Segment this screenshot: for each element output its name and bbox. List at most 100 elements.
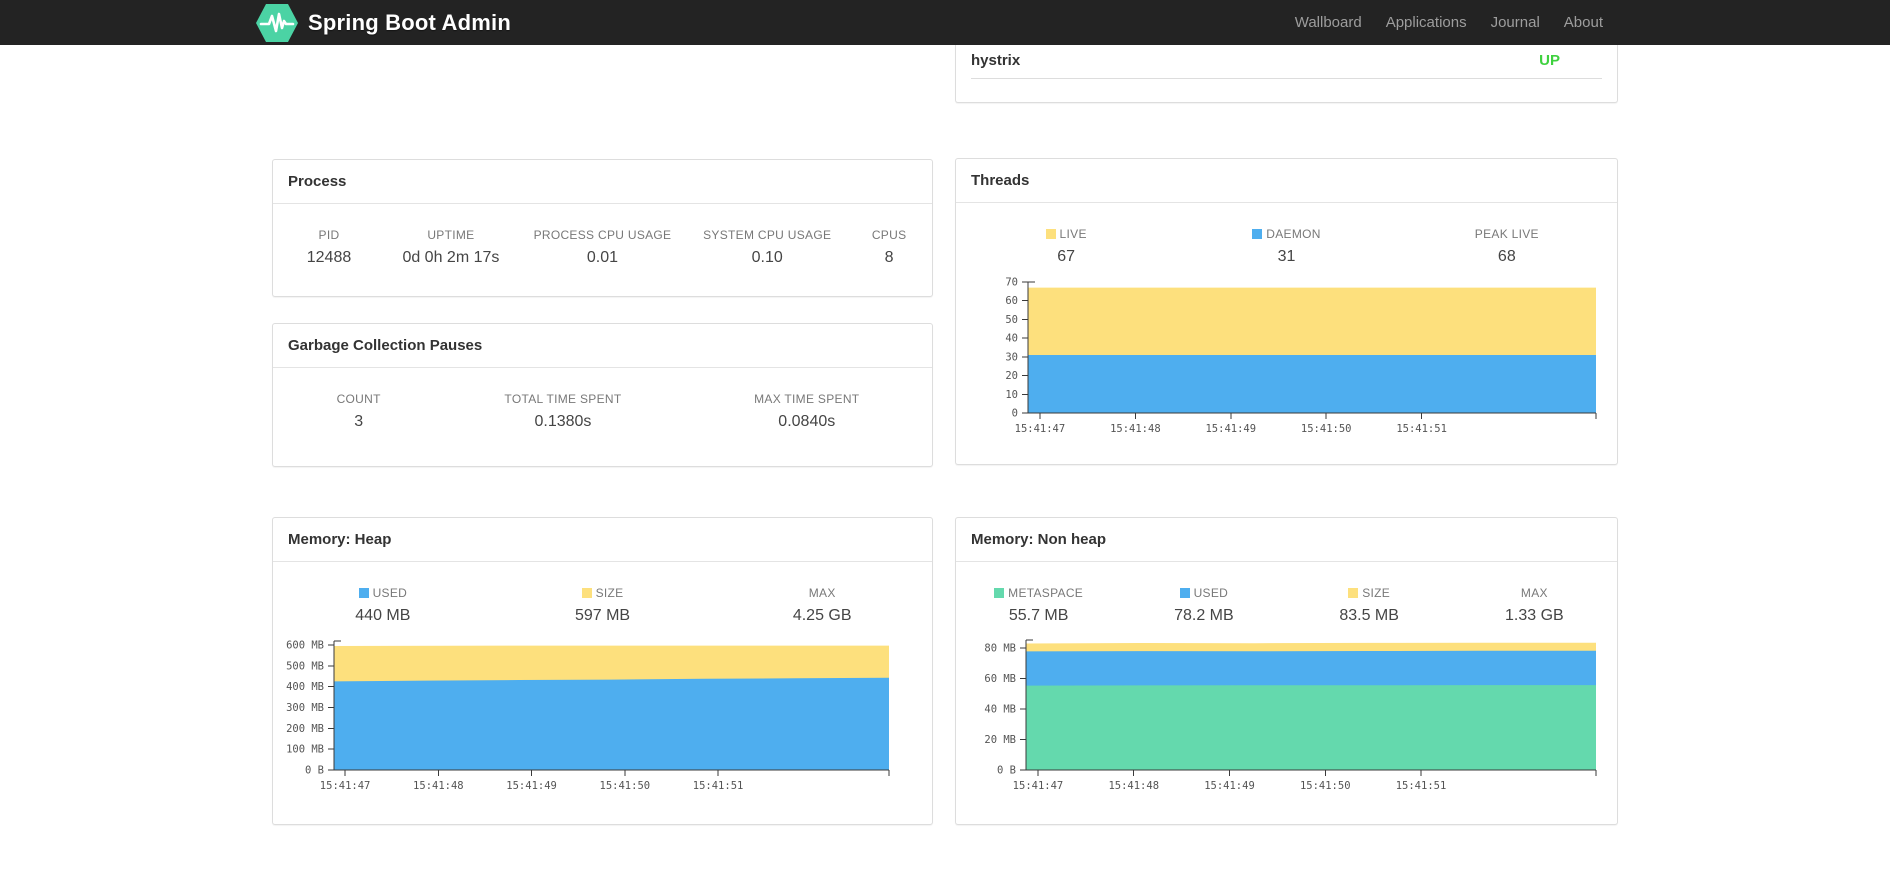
metric-label: TOTAL TIME SPENT: [504, 392, 622, 406]
metric-value: 55.7 MB: [1008, 607, 1069, 624]
series-daemon: [1028, 355, 1596, 413]
metric-label: DAEMON: [1176, 227, 1396, 241]
metric-value: 440 MB: [355, 607, 411, 624]
metric-peak-live: PEAK LIVE 68: [1397, 227, 1617, 276]
metric-value: 67: [1057, 248, 1076, 265]
svg-text:15:41:49: 15:41:49: [506, 780, 557, 792]
threads-chart: 0 10 20 30 40 50 60 70 15:41:47 15:41:48 15:41:49 1…: [1005, 277, 1597, 435]
metric-used: USED 440 MB: [273, 586, 493, 633]
svg-text:15:41:48: 15:41:48: [1110, 423, 1161, 435]
metric-label: MAX TIME SPENT: [754, 392, 860, 406]
svg-text:15:41:47: 15:41:47: [1013, 780, 1064, 792]
metric-count: COUNT 3: [273, 392, 444, 431]
metric-value: 0.10: [751, 249, 783, 266]
metric-label: PROCESS CPU USAGE: [533, 228, 672, 242]
metric-value: 78.2 MB: [1174, 607, 1234, 624]
metric-value: 68: [1497, 248, 1516, 265]
metric-value: 1.33 GB: [1505, 607, 1564, 624]
memory-heap-panel: Memory: Heap USED 440 MB SIZE 597 MB MAX 4.25…: [272, 517, 933, 825]
metric-max: MAX 4.25 GB: [712, 586, 932, 633]
metric-label: LIVE: [956, 227, 1176, 241]
metric-size: SIZE 83.5 MB: [1287, 586, 1452, 633]
metric-value: 3: [354, 413, 364, 430]
metric-label: SIZE: [1287, 586, 1452, 600]
brand[interactable]: Spring Boot Admin: [255, 3, 511, 43]
application-name[interactable]: hystrix: [971, 52, 1020, 69]
svg-text:15:41:48: 15:41:48: [1108, 780, 1159, 792]
memory-heap-chart: 0 B 100 MB 200 MB 300 MB 400 MB 500 MB 600 MB 1…: [286, 639, 890, 792]
threads-panel-title: Threads: [956, 159, 1617, 203]
svg-text:15:41:50: 15:41:50: [600, 780, 651, 792]
svg-text:80 MB: 80 MB: [984, 643, 1016, 655]
nav-item-applications[interactable]: Applications: [1374, 0, 1479, 45]
metric-value: 8: [884, 249, 894, 266]
svg-text:15:41:49: 15:41:49: [1204, 780, 1255, 792]
nav-item-wallboard[interactable]: Wallboard: [1283, 0, 1374, 45]
legend-square-icon: [994, 588, 1005, 598]
metric-value: 83.5 MB: [1339, 607, 1399, 624]
process-panel-title: Process: [273, 160, 932, 204]
metric-label: SIZE: [493, 586, 713, 600]
nav-item-journal[interactable]: Journal: [1479, 0, 1552, 45]
memory-nonheap-panel-title: Memory: Non heap: [956, 518, 1617, 562]
svg-text:15:41:51: 15:41:51: [1396, 423, 1447, 435]
application-row[interactable]: hystrix UP: [971, 45, 1602, 79]
gc-pauses-panel-title: Garbage Collection Pauses: [273, 324, 932, 368]
svg-text:0: 0: [1012, 408, 1018, 420]
memory-nonheap-chart: 0 B 20 MB 40 MB 60 MB 80 MB 15:41:47 15:41:48 1…: [984, 639, 1597, 792]
svg-text:15:41:47: 15:41:47: [1015, 423, 1066, 435]
gc-pauses-panel: Garbage Collection Pauses COUNT 3 TOTAL TI…: [272, 323, 933, 467]
metric-label: PID: [318, 228, 340, 242]
memory-heap-panel-title: Memory: Heap: [273, 518, 932, 562]
metric-label: PEAK LIVE: [1474, 227, 1539, 241]
svg-text:15:41:48: 15:41:48: [413, 780, 464, 792]
metric-label: MAX: [808, 586, 836, 600]
svg-text:10: 10: [1005, 389, 1018, 401]
metric-system-cpu-usage: SYSTEM CPU USAGE 0.10: [688, 228, 846, 267]
metric-daemon: DAEMON 31: [1176, 227, 1396, 276]
legend-square-icon: [1348, 588, 1359, 598]
legend-square-icon: [1252, 229, 1263, 239]
svg-text:20: 20: [1005, 370, 1018, 382]
svg-text:0 B: 0 B: [997, 765, 1016, 777]
process-metrics: PID 12488 UPTIME 0d 0h 2m 17s PROCESS CPU US…: [273, 204, 932, 267]
metric-max-time-spent: MAX TIME SPENT 0.0840s: [682, 392, 932, 431]
svg-text:20 MB: 20 MB: [984, 734, 1016, 746]
nav-item-about[interactable]: About: [1552, 0, 1618, 45]
legend-square-icon: [1045, 229, 1056, 239]
navbar: Spring Boot Admin Wallboard Applications…: [0, 0, 1890, 45]
main-content: hystrix UP Process PID 12488 UPTIME 0d 0h 2…: [272, 45, 1618, 875]
metric-pid: PID 12488: [273, 228, 385, 267]
metric-uptime: UPTIME 0d 0h 2m 17s: [385, 228, 517, 267]
svg-text:30: 30: [1005, 351, 1018, 363]
metric-total-time-spent: TOTAL TIME SPENT 0.1380s: [444, 392, 681, 431]
metric-value: 0.1380s: [534, 413, 592, 430]
metric-value: 4.25 GB: [792, 607, 852, 624]
metric-value: 0.0840s: [778, 413, 836, 430]
svg-text:100 MB: 100 MB: [286, 744, 324, 756]
application-status-badge: UP: [1539, 52, 1560, 69]
svg-text:15:41:51: 15:41:51: [693, 780, 744, 792]
svg-text:15:41:49: 15:41:49: [1205, 423, 1256, 435]
legend-square-icon: [581, 588, 592, 598]
metric-value: 12488: [306, 249, 352, 266]
metric-live: LIVE 67: [956, 227, 1176, 276]
metric-max: MAX 1.33 GB: [1452, 586, 1617, 633]
svg-text:15:41:47: 15:41:47: [320, 780, 371, 792]
svg-text:300 MB: 300 MB: [286, 702, 324, 714]
series-used: [334, 677, 889, 770]
metric-label: COUNT: [336, 392, 381, 406]
svg-text:15:41:50: 15:41:50: [1300, 780, 1351, 792]
series-metaspace: [1026, 685, 1596, 770]
memory-nonheap-metrics: METASPACE 55.7 MB USED 78.2 MB SIZE 83.5 MB MA…: [956, 562, 1617, 633]
process-panel: Process PID 12488 UPTIME 0d 0h 2m 17s PROCES…: [272, 159, 933, 297]
navbar-menu: Wallboard Applications Journal About: [1283, 0, 1618, 45]
legend-square-icon: [358, 588, 369, 598]
metric-size: SIZE 597 MB: [493, 586, 713, 633]
svg-text:600 MB: 600 MB: [286, 639, 324, 651]
memory-heap-metrics: USED 440 MB SIZE 597 MB MAX 4.25 GB: [273, 562, 932, 633]
metric-value: 31: [1277, 248, 1296, 265]
legend-square-icon: [1179, 588, 1190, 598]
memory-nonheap-panel: Memory: Non heap METASPACE 55.7 MB USED 78.…: [955, 517, 1618, 825]
svg-text:0 B: 0 B: [305, 765, 324, 777]
